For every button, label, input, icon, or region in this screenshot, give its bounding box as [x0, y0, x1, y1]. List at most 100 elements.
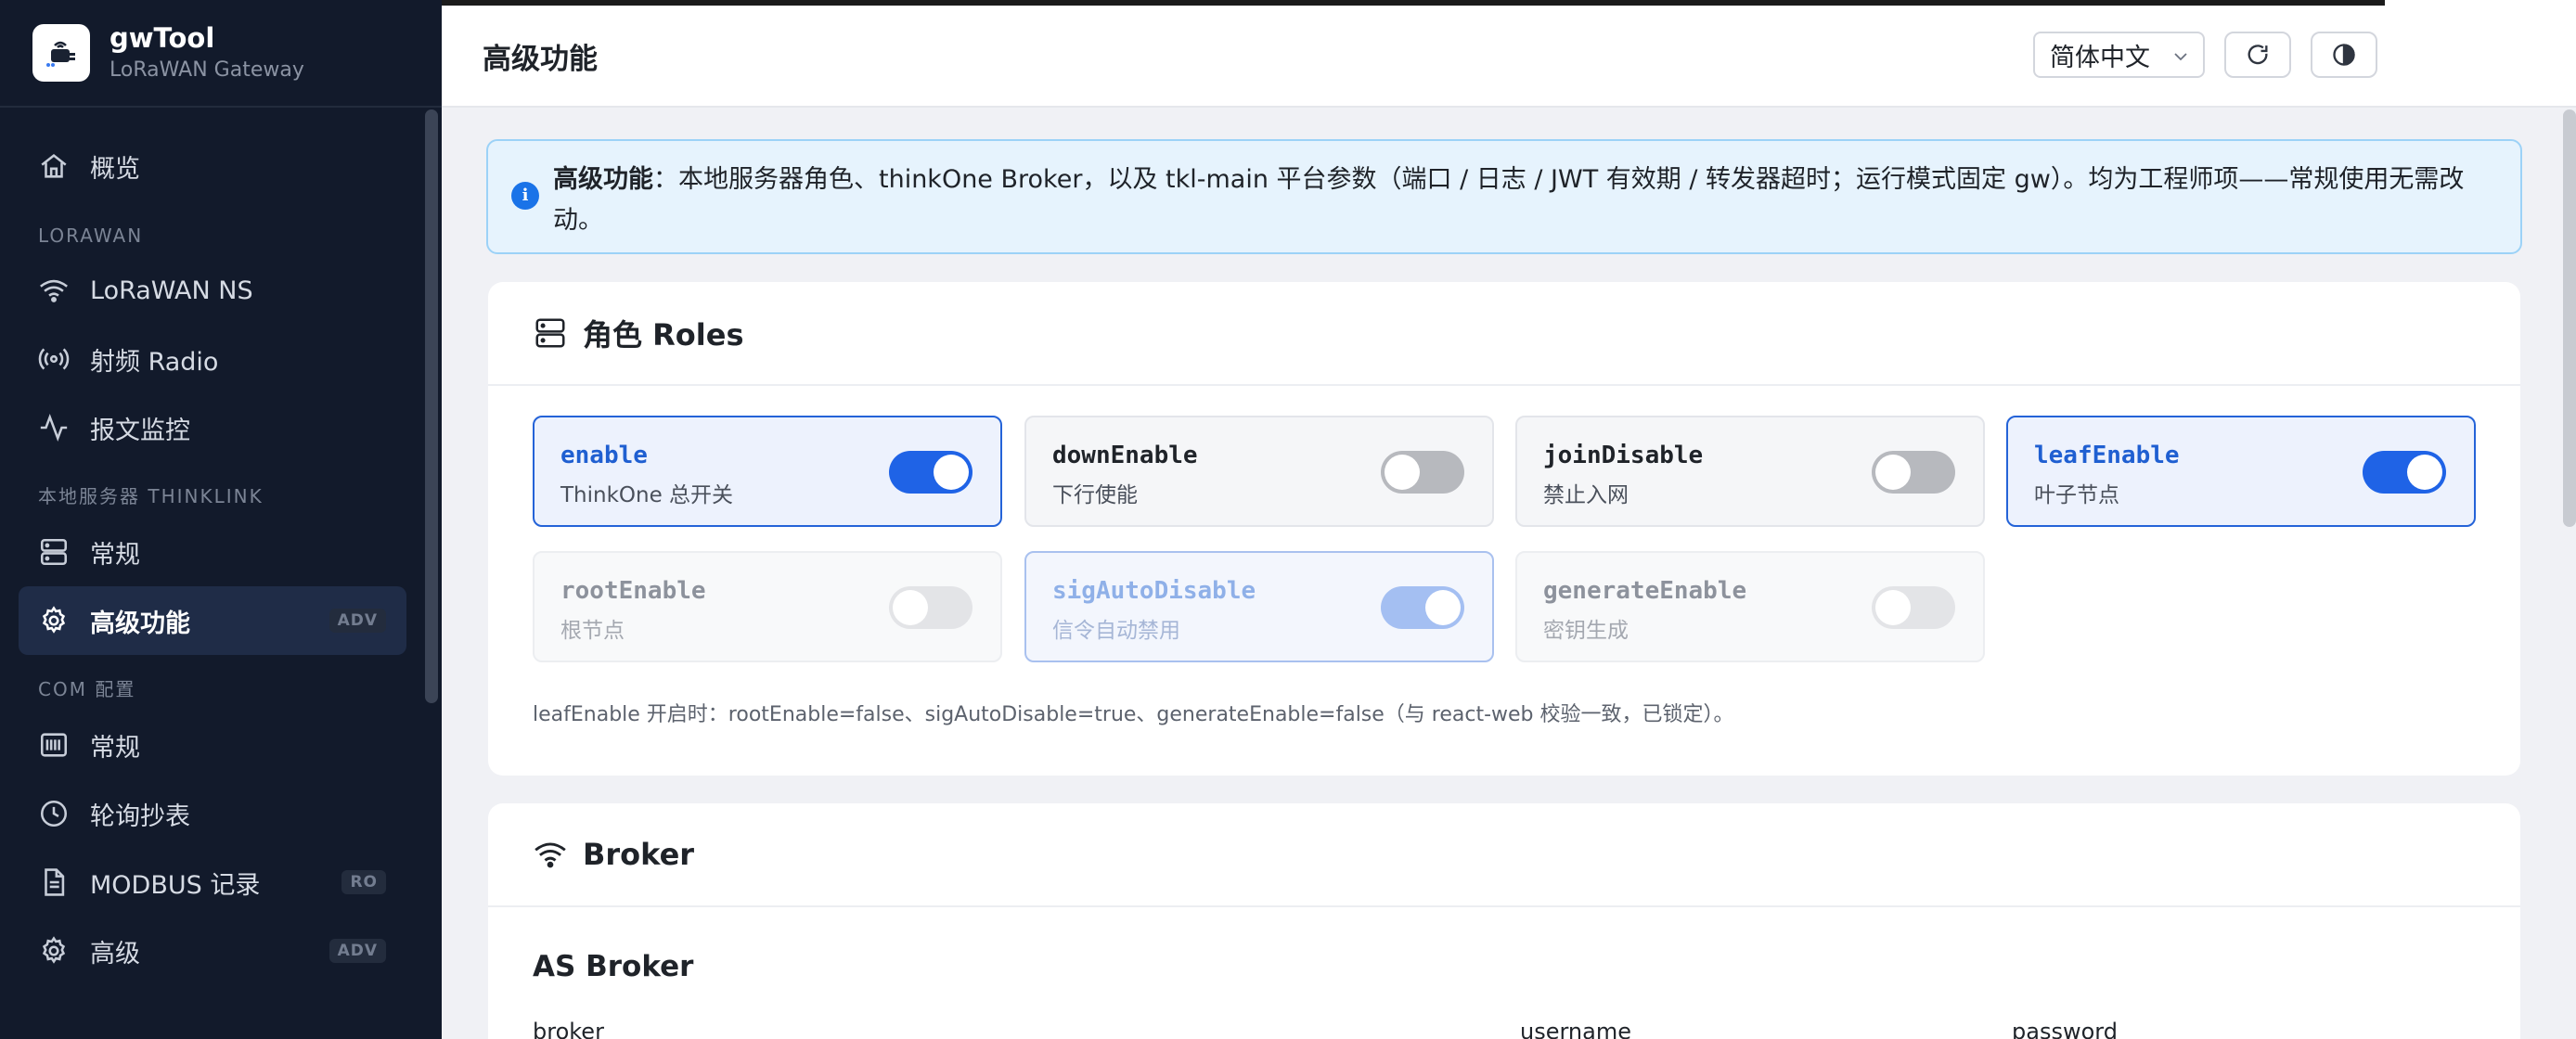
page-title: 高级功能	[483, 43, 598, 76]
clock-icon	[40, 800, 68, 827]
brand: gwTool LoRaWAN Gateway	[0, 0, 442, 108]
role-key: enable	[560, 442, 648, 469]
role-toggle[interactable]	[1872, 451, 1955, 494]
sidebar-item-monitor[interactable]: 报文监控	[19, 393, 406, 462]
sidebar: gwTool LoRaWAN Gateway 概览 LORAWAN LoRaWA…	[0, 0, 442, 1039]
sidebar-item-thinklink-general[interactable]: 常规	[19, 518, 406, 586]
role-leafenable[interactable]: leafEnable 叶子节点	[2006, 416, 2476, 527]
home-icon	[41, 154, 67, 178]
role-generateenable: generateEnable 密钥生成	[1515, 551, 1985, 662]
refresh-icon	[2248, 45, 2268, 65]
role-desc: 根节点	[560, 619, 625, 643]
role-joindisable[interactable]: joinDisable 禁止入网	[1515, 416, 1985, 527]
sidebar-item-label: 轮询抄表	[90, 802, 190, 831]
role-desc: 信令自动禁用	[1052, 619, 1180, 643]
broker-card: Broker AS Broker broker username passwor…	[488, 803, 2520, 1039]
role-toggle[interactable]	[889, 451, 972, 494]
activity-icon	[40, 414, 68, 442]
role-rootenable: rootEnable 根节点	[533, 551, 1002, 662]
gear-icon	[42, 936, 66, 964]
role-desc: 叶子节点	[2034, 483, 2119, 507]
info-alert: i 高级功能：本地服务器角色、thinkOne Broker，以及 tkl-ma…	[486, 139, 2522, 254]
nav-section-lorawan: LORAWAN	[38, 224, 144, 247]
main-content: i 高级功能：本地服务器角色、thinkOne Broker，以及 tkl-ma…	[442, 109, 2576, 1039]
wifi-icon	[535, 842, 566, 868]
server-icon	[40, 538, 68, 566]
adv-badge: ADV	[328, 609, 386, 633]
alert-text: ：本地服务器角色、thinkOne Broker，以及 tkl-main 平台参…	[553, 165, 2465, 235]
role-key: downEnable	[1052, 442, 1198, 469]
gear-icon	[42, 606, 66, 634]
adv-badge: ADV	[328, 939, 386, 963]
role-enable[interactable]: enable ThinkOne 总开关	[533, 416, 1002, 527]
role-sigautodisable: sigAutoDisable 信令自动禁用	[1024, 551, 1494, 662]
chevron-down-icon	[2174, 53, 2187, 61]
sidebar-item-lorawan-ns[interactable]: LoRaWAN NS	[19, 256, 406, 325]
role-toggle[interactable]	[1381, 451, 1464, 494]
ro-badge: RO	[341, 870, 386, 894]
theme-toggle-button[interactable]	[2311, 32, 2377, 78]
sidebar-nav: 概览 LORAWAN LoRaWAN NS 射频 Radio 报文监控 本地服务…	[19, 108, 406, 985]
app-subtitle: LoRaWAN Gateway	[109, 58, 304, 82]
sidebar-item-com-advanced[interactable]: 高级 ADV	[19, 917, 406, 985]
username-label: username	[1520, 1019, 1631, 1039]
role-downenable[interactable]: downEnable 下行使能	[1024, 416, 1494, 527]
role-toggle	[889, 586, 972, 629]
role-key: leafEnable	[2034, 442, 2180, 469]
server-icon	[535, 318, 565, 348]
roles-card-header: 角色 Roles	[488, 282, 2520, 386]
language-select[interactable]: 简体中文	[2033, 32, 2205, 78]
nav-section-com: COM 配置	[38, 678, 136, 700]
sidebar-item-label: MODBUS 记录	[90, 870, 261, 900]
wifi-icon	[40, 279, 68, 302]
file-icon	[45, 868, 65, 896]
role-toggle[interactable]	[2363, 451, 2446, 494]
role-key: generateEnable	[1543, 577, 1747, 605]
contrast-icon	[2333, 44, 2355, 66]
roles-card: 角色 Roles enable ThinkOne 总开关 downEnable …	[488, 282, 2520, 776]
role-desc: 密钥生成	[1543, 619, 1629, 643]
broker-card-title: Broker	[583, 837, 695, 872]
roles-card-title: 角色 Roles	[583, 317, 744, 353]
broker-label: broker	[533, 1019, 604, 1039]
sidebar-item-label: 高级	[90, 939, 140, 968]
sidebar-scrollbar[interactable]	[425, 109, 438, 703]
sidebar-item-modbus-log[interactable]: MODBUS 记录 RO	[19, 848, 406, 917]
nav-section-thinklink: 本地服务器 THINKLINK	[38, 485, 264, 507]
top-header: 高级功能 简体中文	[442, 0, 2576, 108]
app-name: gwTool	[109, 22, 215, 54]
sidebar-item-com-general[interactable]: 常规	[19, 711, 406, 779]
roles-note: leafEnable 开启时：rootEnable=false、sigAutoD…	[533, 703, 1734, 726]
role-toggle	[1381, 586, 1464, 629]
sidebar-item-label: 报文监控	[90, 416, 190, 445]
role-key: rootEnable	[560, 577, 706, 605]
as-broker-title: AS Broker	[533, 950, 694, 983]
sidebar-item-polling[interactable]: 轮询抄表	[19, 779, 406, 848]
radio-icon	[38, 348, 70, 370]
sidebar-item-label: LoRaWAN NS	[90, 276, 253, 305]
password-label: password	[2012, 1019, 2118, 1039]
barcode-icon	[40, 733, 68, 757]
refresh-button[interactable]	[2224, 32, 2291, 78]
sidebar-item-radio[interactable]: 射频 Radio	[19, 325, 406, 393]
role-key: sigAutoDisable	[1052, 577, 1256, 605]
sidebar-item-label: 概览	[90, 154, 140, 184]
sidebar-item-thinklink-advanced[interactable]: 高级功能 ADV	[19, 586, 406, 655]
role-desc: 下行使能	[1052, 483, 1138, 507]
info-icon: i	[511, 182, 539, 210]
role-desc: ThinkOne 总开关	[560, 483, 734, 507]
role-desc: 禁止入网	[1543, 483, 1629, 507]
role-toggle	[1872, 586, 1955, 629]
broker-card-header: Broker	[488, 803, 2520, 907]
gateway-logo-icon	[32, 24, 90, 82]
alert-strong: 高级功能	[553, 165, 653, 194]
sidebar-item-label: 常规	[90, 540, 140, 570]
sidebar-item-label: 射频 Radio	[90, 347, 219, 377]
header-top-bar	[442, 0, 2385, 6]
language-value: 简体中文	[2050, 43, 2150, 72]
sidebar-item-label: 高级功能	[90, 609, 190, 638]
role-key: joinDisable	[1543, 442, 1704, 469]
sidebar-item-label: 常规	[90, 733, 140, 763]
main-scrollbar[interactable]	[2563, 109, 2576, 527]
sidebar-item-overview[interactable]: 概览	[19, 132, 406, 200]
